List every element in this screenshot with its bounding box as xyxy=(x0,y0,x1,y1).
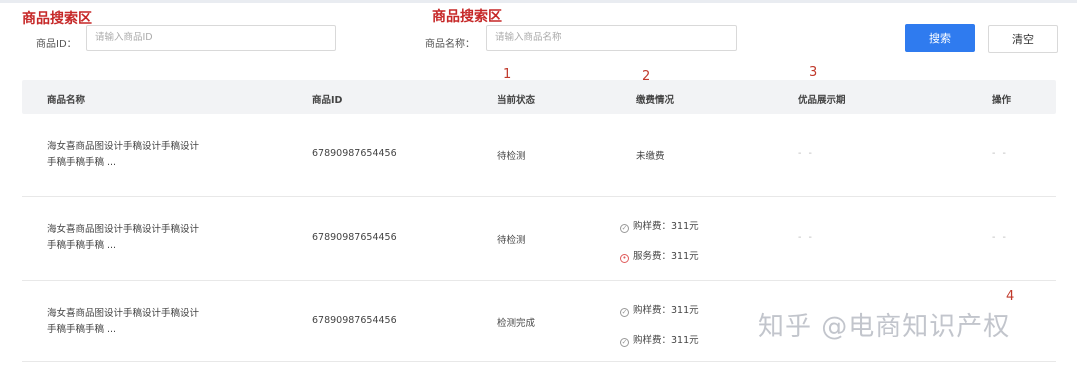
watermark: 知乎 @电商知识产权 xyxy=(758,312,1011,342)
clear-button[interactable]: 清空 xyxy=(988,25,1058,53)
header-actions: 操作 xyxy=(992,95,1012,106)
status-cell: 待检测 xyxy=(497,151,526,162)
check-circle-icon: ✓ xyxy=(620,224,629,233)
product-id-cell: 67890987654456 xyxy=(312,232,397,243)
action-cell: - - xyxy=(992,148,1008,159)
table-row: 海女喜商品图设计手稿设计手稿设计 手稿手稿手稿 ... 678909876544… xyxy=(22,114,1056,197)
table-header: 商品名称 商品ID 当前状态 缴费情况 优品展示期 操作 xyxy=(22,80,1056,114)
product-name-label: 商品名称： xyxy=(425,39,475,50)
fee-text: 购样费：311元 xyxy=(633,221,699,232)
annotation-search-area-center: 商品搜索区 xyxy=(432,9,502,25)
product-name-cell: 海女喜商品图设计手稿设计手稿设计 手稿手稿手稿 ... xyxy=(47,139,247,171)
product-id-cell: 67890987654456 xyxy=(312,315,397,326)
table-row: 海女喜商品图设计手稿设计手稿设计 手稿手稿手稿 ... 678909876544… xyxy=(22,197,1056,281)
fee-item: ✓ 购样费：311元 xyxy=(620,332,699,347)
product-id-label: 商品ID： xyxy=(36,39,77,50)
header-fee-status: 缴费情况 xyxy=(636,95,675,106)
product-name-line: 手稿手稿手稿 ... xyxy=(47,240,117,251)
product-name-line: 海女喜商品图设计手稿设计手稿设计 xyxy=(47,308,200,319)
product-id-input[interactable]: 请输入商品ID xyxy=(86,25,336,51)
display-period-cell: - - xyxy=(798,232,814,243)
annotation-search-area-left: 商品搜索区 xyxy=(22,11,92,27)
error-circle-icon: • xyxy=(620,254,629,263)
product-name-input[interactable]: 请输入商品名称 xyxy=(486,25,737,51)
product-name-line: 海女喜商品图设计手稿设计手稿设计 xyxy=(47,141,200,152)
action-cell: - - xyxy=(992,232,1008,243)
fee-item: ✓ 购样费：311元 xyxy=(620,302,699,317)
check-circle-icon: ✓ xyxy=(620,308,629,317)
header-product-name: 商品名称 xyxy=(47,95,86,106)
fee-text: 购样费：311元 xyxy=(633,305,699,316)
product-name-line: 手稿手稿手稿 ... xyxy=(47,324,117,335)
product-name-cell: 海女喜商品图设计手稿设计手稿设计 手稿手稿手稿 ... xyxy=(47,306,247,338)
fee-text: 服务费：311元 xyxy=(633,251,699,262)
display-period-cell: - - xyxy=(798,148,814,159)
product-name-line: 手稿手稿手稿 ... xyxy=(47,157,117,168)
top-divider xyxy=(0,0,1077,3)
header-display-period: 优品展示期 xyxy=(798,95,846,106)
status-cell: 待检测 xyxy=(497,235,526,246)
fee-cell: 未缴费 xyxy=(636,151,665,162)
fee-text: 购样费：311元 xyxy=(633,335,699,346)
header-product-id: 商品ID xyxy=(312,95,343,106)
status-cell: 检测完成 xyxy=(497,318,536,329)
search-button[interactable]: 搜索 xyxy=(905,24,975,52)
check-circle-icon: ✓ xyxy=(620,338,629,347)
fee-item: • 服务费：311元 xyxy=(620,248,699,263)
fee-item: ✓ 购样费：311元 xyxy=(620,218,699,233)
product-name-line: 海女喜商品图设计手稿设计手稿设计 xyxy=(47,224,200,235)
header-current-status: 当前状态 xyxy=(497,95,536,106)
product-name-cell: 海女喜商品图设计手稿设计手稿设计 手稿手稿手稿 ... xyxy=(47,222,247,254)
product-id-cell: 67890987654456 xyxy=(312,148,397,159)
annotation-number-3: 3 xyxy=(809,65,818,80)
